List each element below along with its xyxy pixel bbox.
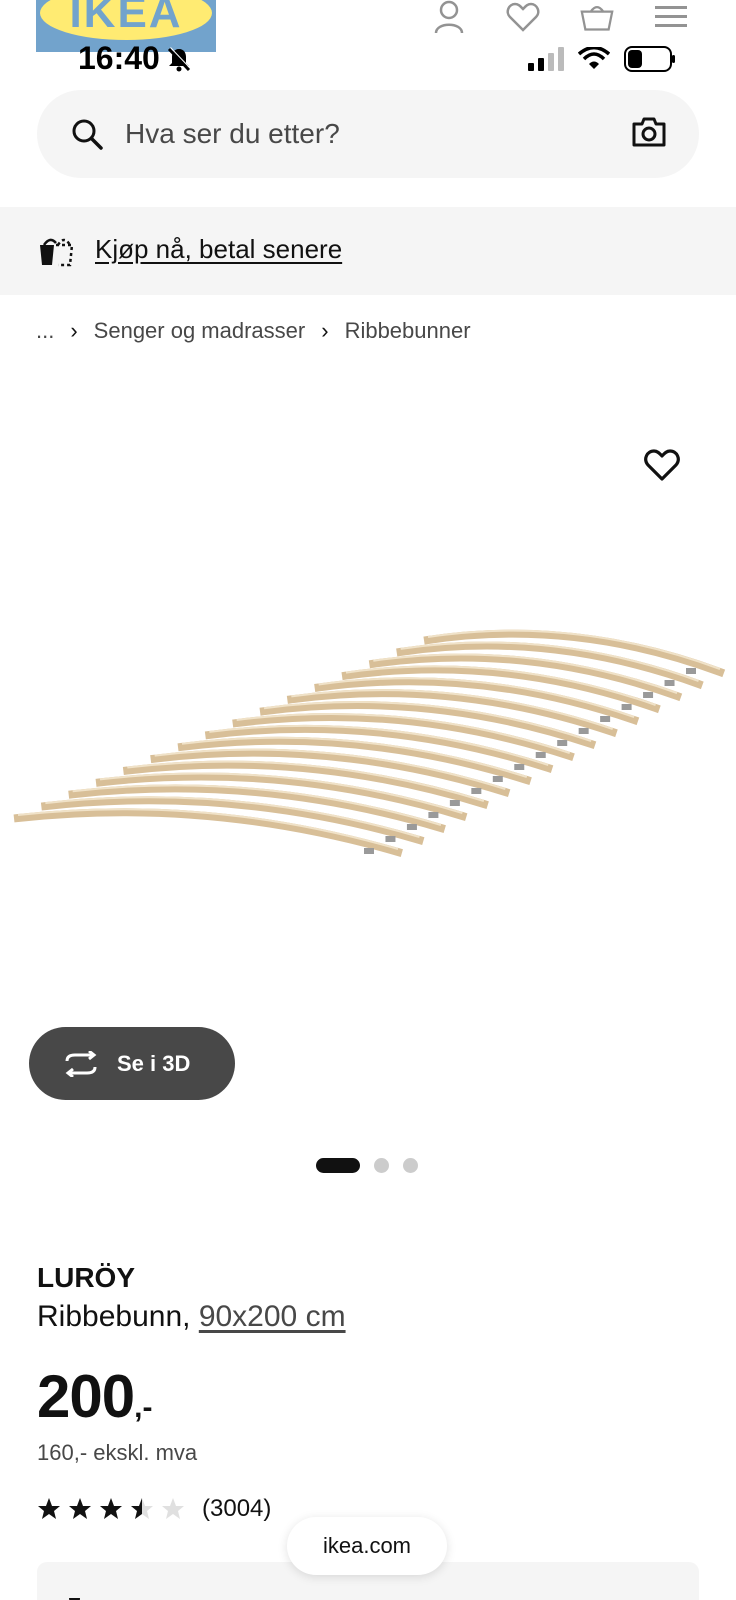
slat-holder: [406, 824, 417, 830]
pay-later-icon: [67, 1588, 97, 1600]
slat-holder: [686, 668, 696, 674]
star-icon: [69, 1498, 91, 1519]
wifi-icon: [577, 45, 611, 76]
product-type: Ribbebunn,: [37, 1300, 191, 1333]
slat-holder: [471, 788, 482, 794]
promo-banner: Kjøp nå, betal senere: [0, 207, 736, 295]
chevron-right-icon: ›: [70, 318, 78, 343]
status-time: 16:40: [78, 40, 160, 76]
status-indicators: [528, 45, 676, 77]
slat-holder: [385, 836, 396, 842]
bell-slash-icon: [166, 46, 192, 77]
gallery-dot-1[interactable]: [316, 1158, 360, 1173]
product-description: Ribbebunn, 90x200 cm: [37, 1300, 346, 1334]
product-size-link[interactable]: 90x200 cm: [199, 1300, 346, 1333]
gallery-dot-3[interactable]: [403, 1158, 418, 1173]
price-suffix: ,-: [134, 1391, 153, 1424]
pay-later-link[interactable]: Kjøp nå, betal senere: [95, 234, 342, 265]
camera-search-icon[interactable]: [631, 116, 667, 153]
status-bar: 16:40: [0, 36, 736, 84]
star-icon: [38, 1498, 60, 1519]
slat-holder: [535, 752, 546, 758]
price-integer: 200: [37, 1363, 135, 1430]
signal-icon: [528, 47, 564, 76]
breadcrumb-ellipsis[interactable]: ...: [36, 318, 54, 344]
breadcrumb: ... › Senger og madrasser › Ribbebunner: [36, 318, 471, 344]
slat-holder: [428, 812, 439, 818]
account-icon[interactable]: [432, 0, 466, 34]
slat-holder: [449, 800, 460, 806]
product-name: LURÖY: [37, 1262, 135, 1293]
slat-holder: [578, 728, 589, 734]
battery-icon: [624, 46, 676, 77]
menu-icon[interactable]: [654, 0, 688, 34]
product-page: IKEA 16:40 Hva ser du etter? Kjøp nå, be…: [0, 0, 736, 1600]
slat-holder: [600, 716, 611, 722]
product-price: 200,-: [37, 1362, 152, 1431]
product-image-slatted-base: [13, 629, 726, 857]
search-bar[interactable]: [37, 90, 699, 178]
slat-holder: [514, 764, 525, 770]
view-3d-label: Se i 3D: [117, 1050, 191, 1076]
search-input[interactable]: [125, 90, 605, 178]
slat-holder: [364, 848, 374, 854]
breadcrumb-item-slatted-bases[interactable]: Ribbebunner: [345, 318, 471, 344]
search-icon: [71, 118, 103, 155]
slat-holder: [643, 692, 654, 698]
favorites-icon[interactable]: [506, 0, 540, 34]
star-icon: [131, 1498, 153, 1519]
slat-holder: [557, 740, 568, 746]
price-ex-vat: 160,- ekskl. mva: [37, 1440, 198, 1465]
header-icons: [432, 0, 688, 34]
breadcrumb-item-beds[interactable]: Senger og madrasser: [94, 318, 306, 344]
rotate-3d-icon: [61, 1050, 101, 1077]
slat-holder: [492, 776, 503, 782]
chevron-right-icon: ›: [321, 318, 329, 343]
basket-icon[interactable]: [580, 0, 614, 34]
star-icon: [100, 1498, 122, 1519]
gallery-pagination: [316, 1158, 418, 1173]
slat-holder: [621, 704, 632, 710]
gallery-dot-2[interactable]: [374, 1158, 389, 1173]
logo-text: IKEA: [69, 0, 183, 37]
product-rating[interactable]: (3004): [37, 1495, 271, 1523]
pay-later-icon: [38, 233, 76, 272]
browser-domain-pill[interactable]: ikea.com: [287, 1517, 447, 1575]
star-icon: [162, 1498, 184, 1519]
rating-stars: [37, 1497, 192, 1521]
review-count[interactable]: (3004): [202, 1495, 271, 1523]
favorite-heart-icon[interactable]: [644, 448, 680, 487]
slat-holder: [664, 680, 675, 686]
view-3d-button[interactable]: Se i 3D: [29, 1027, 235, 1100]
